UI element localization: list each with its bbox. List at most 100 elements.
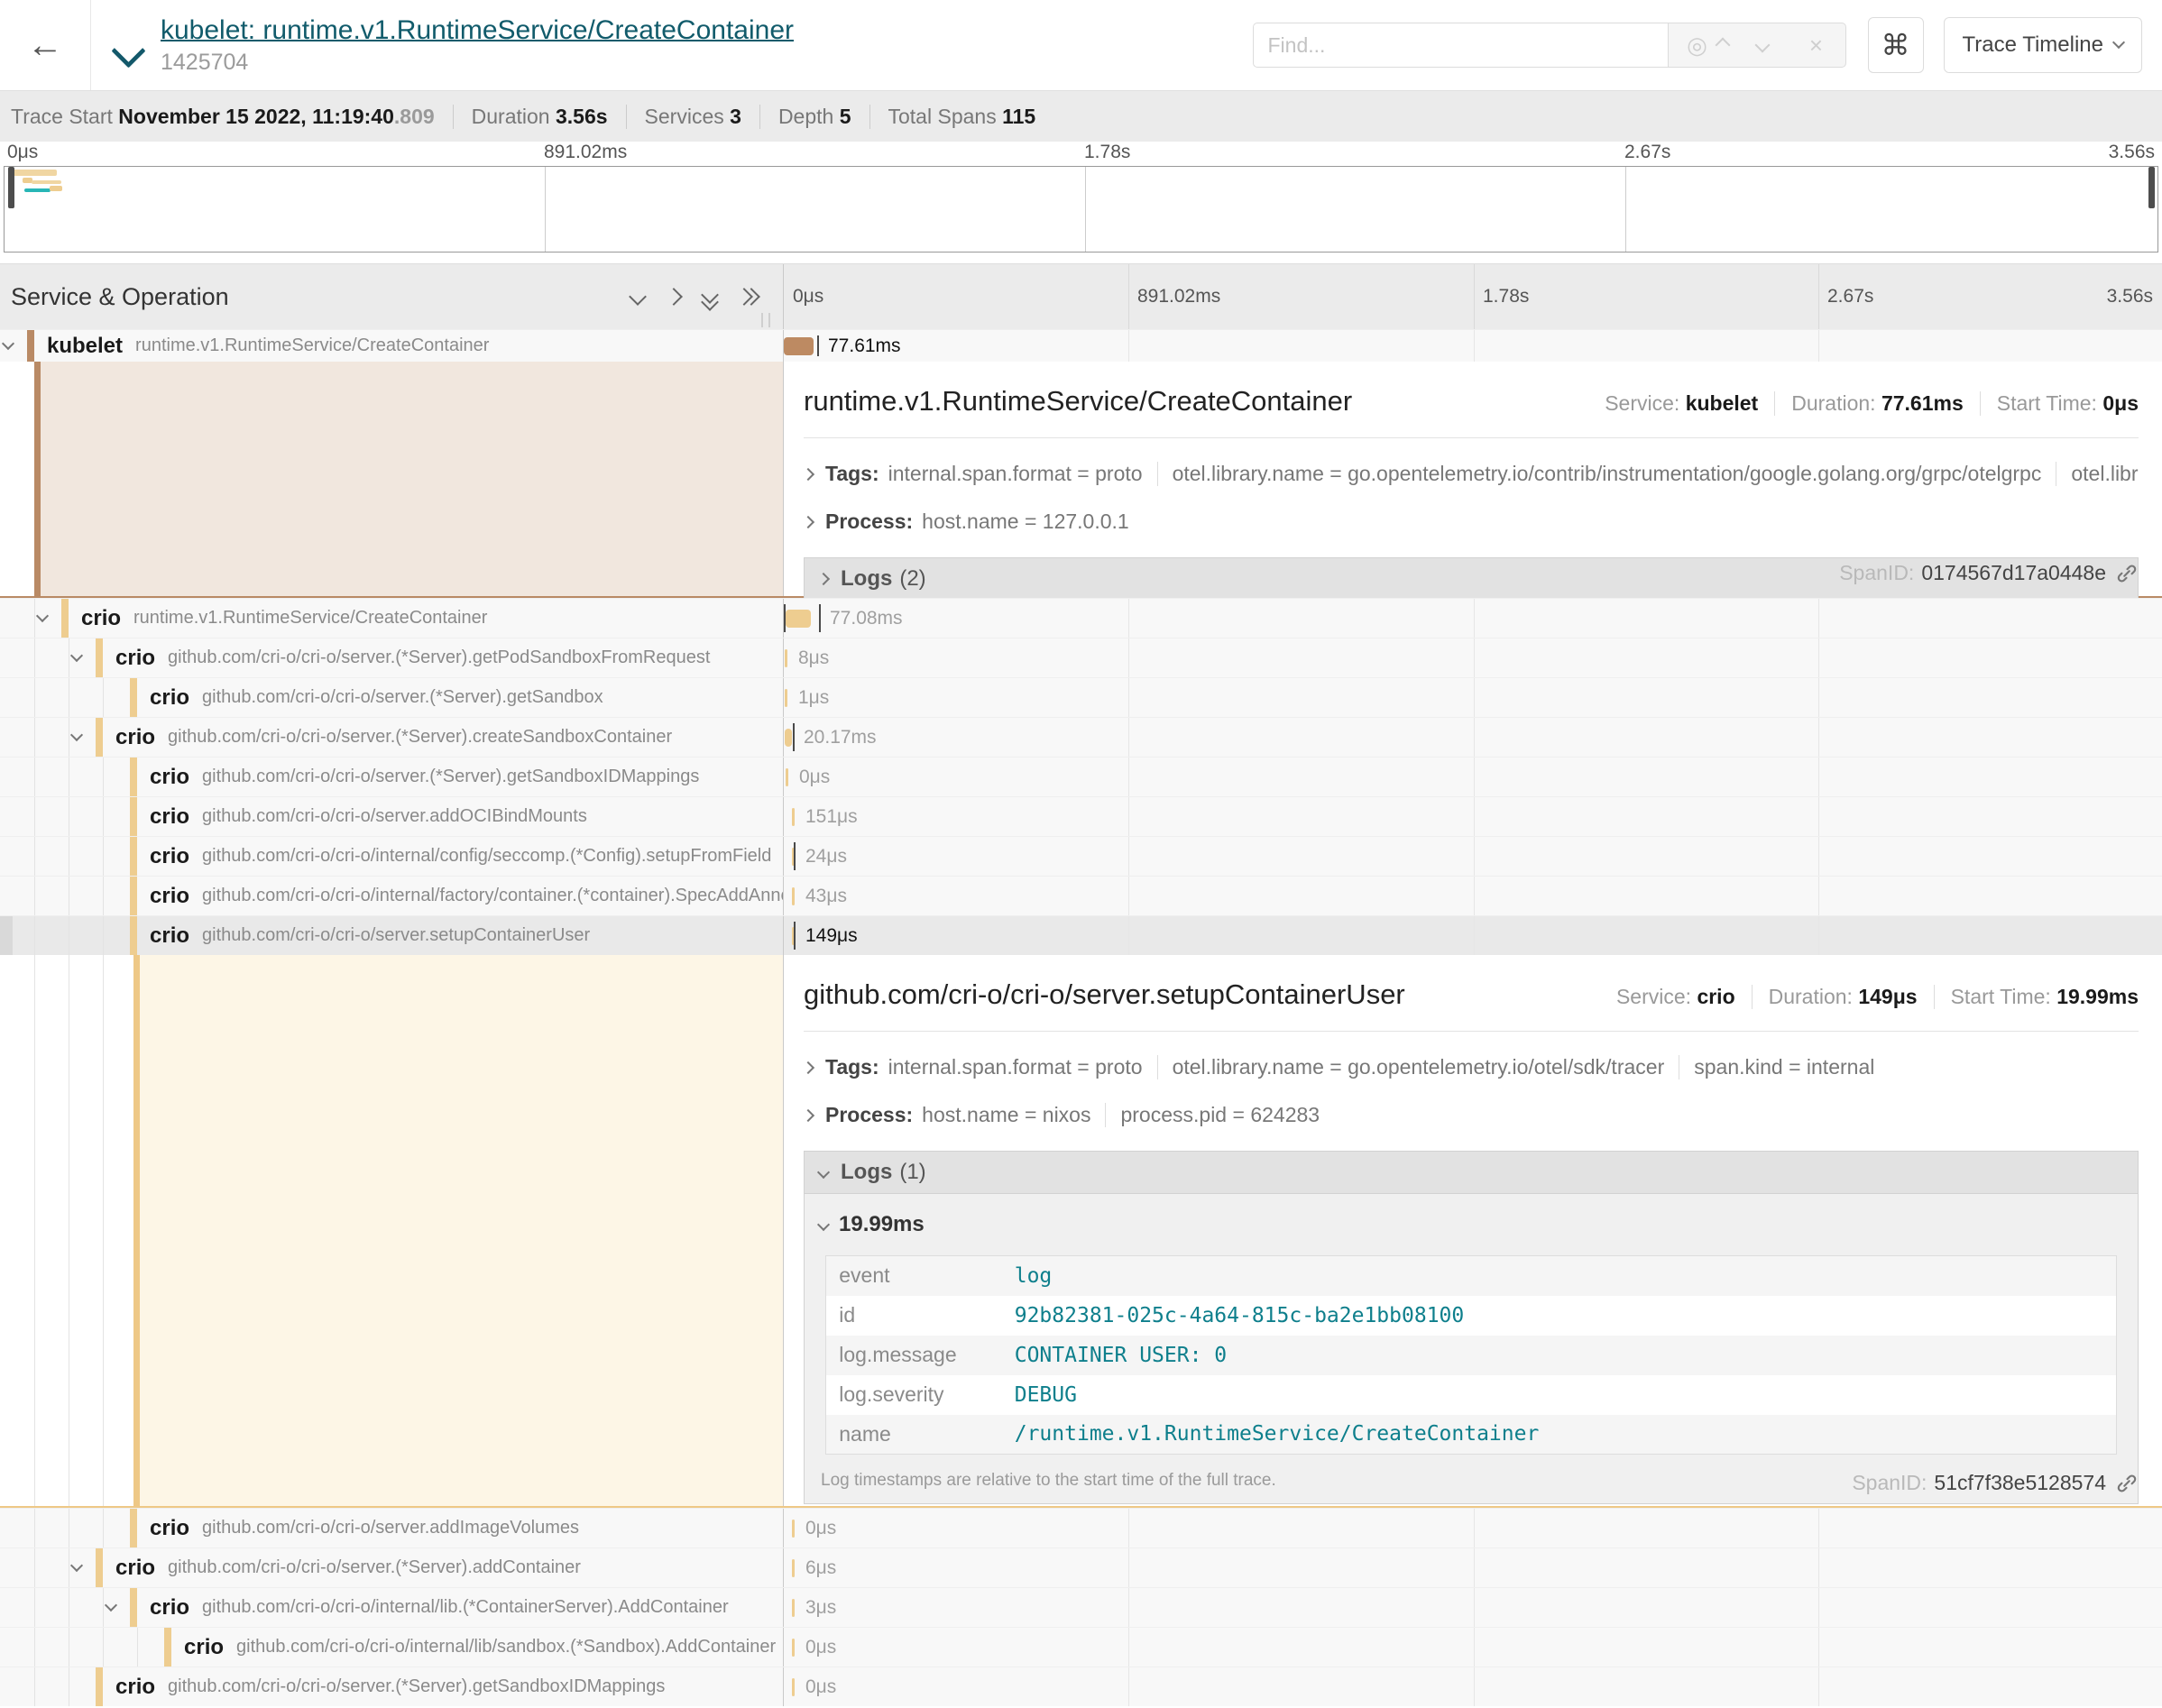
expand-all-icon[interactable] xyxy=(738,290,754,303)
minimap-right-drag-handle[interactable] xyxy=(2148,167,2155,208)
span-row-timeline[interactable]: 0μs xyxy=(783,1667,2162,1706)
span-row[interactable]: crio github.com/cri-o/cri-o/server.(*Ser… xyxy=(0,638,2162,677)
span-row[interactable]: crio github.com/cri-o/cri-o/server.setup… xyxy=(0,915,2162,955)
chevron-down-icon xyxy=(2114,38,2123,47)
copy-link-icon[interactable] xyxy=(2115,562,2139,585)
clear-find-icon[interactable]: × xyxy=(1797,32,1836,60)
span-duration-bar[interactable] xyxy=(792,887,795,905)
find-prev-icon[interactable] xyxy=(1717,40,1757,51)
span-row[interactable]: crio github.com/cri-o/cri-o/server.(*Ser… xyxy=(0,677,2162,717)
logs-body: 19.99ms event log xyxy=(804,1194,2139,1504)
span-duration-bar[interactable] xyxy=(792,1559,795,1577)
span-row-timeline[interactable]: 6μs xyxy=(783,1548,2162,1587)
find-input[interactable] xyxy=(1253,23,1668,68)
span-operation-label: github.com/cri-o/cri-o/internal/lib/sand… xyxy=(236,1637,776,1657)
span-service-label: crio xyxy=(150,804,189,830)
span-row[interactable]: crio runtime.v1.RuntimeService/CreateCon… xyxy=(0,598,2162,638)
span-expand-chevron-icon[interactable] xyxy=(72,730,81,739)
span-row[interactable]: crio github.com/cri-o/cri-o/internal/fac… xyxy=(0,876,2162,915)
span-row[interactable]: crio github.com/cri-o/cri-o/server.(*Ser… xyxy=(0,757,2162,796)
tree-guide-line xyxy=(34,638,35,677)
tags-row[interactable]: Tags: internal.span.format = protootel.l… xyxy=(804,462,2139,486)
span-expand-chevron-icon[interactable] xyxy=(106,1601,115,1610)
span-row[interactable]: crio github.com/cri-o/cri-o/internal/con… xyxy=(0,836,2162,876)
collapse-one-icon[interactable] xyxy=(631,290,644,303)
minimap-canvas[interactable] xyxy=(4,166,2158,253)
span-row-timeline[interactable]: 0μs xyxy=(783,1509,2162,1547)
log-entry-header[interactable]: 19.99ms xyxy=(819,1212,2123,1237)
span-duration-bar[interactable] xyxy=(792,1520,795,1538)
find-next-icon[interactable] xyxy=(1757,40,1797,51)
span-duration-bar[interactable] xyxy=(784,337,814,355)
span-row-timeline[interactable]: 8μs xyxy=(783,638,2162,677)
span-row[interactable]: crio github.com/cri-o/cri-o/server.addIm… xyxy=(0,1508,2162,1547)
span-row-timeline[interactable]: 0μs xyxy=(783,758,2162,796)
span-operation-label: github.com/cri-o/cri-o/server.(*Server).… xyxy=(168,727,672,748)
collapse-all-icon[interactable] xyxy=(704,289,716,305)
chevron-down-icon xyxy=(819,1168,828,1177)
span-row-timeline[interactable]: 151μs xyxy=(783,797,2162,836)
tree-guide-line xyxy=(103,678,104,717)
span-duration-bar[interactable] xyxy=(792,1599,795,1617)
span-duration-bar[interactable] xyxy=(792,1678,795,1696)
span-row-timeline[interactable]: 24μs xyxy=(783,837,2162,876)
span-row-timeline[interactable]: 77.61ms xyxy=(783,330,2162,362)
span-color-accent xyxy=(130,758,137,796)
span-duration-bar[interactable] xyxy=(792,1639,795,1657)
span-color-accent xyxy=(130,837,137,876)
span-row[interactable]: crio github.com/cri-o/cri-o/server.(*Ser… xyxy=(0,717,2162,757)
column-resize-grip[interactable] xyxy=(761,313,770,327)
span-expand-chevron-icon[interactable] xyxy=(4,339,13,348)
span-row[interactable]: crio github.com/cri-o/cri-o/server.addOC… xyxy=(0,796,2162,836)
collapse-trace-chevron-icon[interactable] xyxy=(116,39,141,68)
span-row-timeline[interactable]: 43μs xyxy=(783,877,2162,915)
copy-link-icon[interactable] xyxy=(2115,1472,2139,1495)
span-duration-bar[interactable] xyxy=(792,808,795,826)
trace-title-link[interactable]: kubelet: runtime.v1.RuntimeService/Creat… xyxy=(161,15,794,45)
tree-guide-line xyxy=(34,1588,35,1627)
span-row-timeline[interactable]: 20.17ms xyxy=(783,718,2162,757)
span-row-timeline[interactable]: 0μs xyxy=(783,1628,2162,1667)
view-selector-dropdown[interactable]: Trace Timeline xyxy=(1944,17,2143,73)
span-row-left: crio runtime.v1.RuntimeService/CreateCon… xyxy=(0,599,783,638)
span-color-accent xyxy=(130,877,137,915)
span-duration-bar[interactable] xyxy=(785,729,792,747)
keyboard-shortcuts-button[interactable]: ⌘ xyxy=(1868,17,1924,73)
span-service-label: crio xyxy=(150,765,189,790)
timeline-gridline xyxy=(1474,1548,1475,1587)
span-duration-bar[interactable] xyxy=(786,610,811,628)
minimap-span xyxy=(32,180,61,184)
tags-row[interactable]: Tags: internal.span.format = protootel.l… xyxy=(804,1055,2139,1079)
expand-one-icon[interactable] xyxy=(667,290,680,303)
span-expand-chevron-icon[interactable] xyxy=(72,651,81,660)
span-row[interactable]: crio github.com/cri-o/cri-o/internal/lib… xyxy=(0,1587,2162,1627)
minimap-gridline xyxy=(545,167,546,252)
back-arrow-icon[interactable]: ← xyxy=(0,0,90,90)
span-expand-chevron-icon[interactable] xyxy=(38,611,47,620)
span-duration-bar[interactable] xyxy=(786,768,788,786)
span-row-timeline[interactable]: 1μs xyxy=(783,678,2162,717)
span-color-accent xyxy=(96,1667,103,1706)
minimap-left-drag-handle[interactable] xyxy=(8,167,14,208)
timeline-minimap: 0μs891.02ms1.78s2.67s3.56s xyxy=(0,142,2162,263)
log-field-row: log.message CONTAINER USER: 0 xyxy=(826,1336,2117,1375)
span-expand-chevron-icon[interactable] xyxy=(72,1561,81,1570)
span-row-timeline[interactable]: 77.08ms xyxy=(783,599,2162,638)
span-duration-bar[interactable] xyxy=(785,649,787,667)
span-row[interactable]: crio github.com/cri-o/cri-o/internal/lib… xyxy=(0,1627,2162,1667)
span-service-label: crio xyxy=(81,606,121,631)
locate-icon[interactable]: ◎ xyxy=(1678,32,1717,60)
span-duration-bar[interactable] xyxy=(785,689,787,707)
span-row-timeline[interactable]: 3μs xyxy=(783,1588,2162,1627)
timeline-gridline xyxy=(1818,1628,1819,1667)
span-row[interactable]: kubelet runtime.v1.RuntimeService/Create… xyxy=(0,329,2162,362)
detail-left-accent xyxy=(133,955,140,1506)
span-row[interactable]: crio github.com/cri-o/cri-o/server.(*Ser… xyxy=(0,1547,2162,1587)
timeline-gridline xyxy=(1474,599,1475,638)
span-row-timeline[interactable]: 149μs xyxy=(783,916,2162,955)
span-row[interactable]: crio github.com/cri-o/cri-o/server.(*Ser… xyxy=(0,1667,2162,1706)
process-row[interactable]: Process: host.name = nixosprocess.pid = … xyxy=(804,1103,2139,1127)
logs-accordion-expanded[interactable]: Logs (1) xyxy=(804,1151,2139,1194)
process-row[interactable]: Process: host.name = 127.0.0.1 xyxy=(804,510,2139,534)
span-id-value: 51cf7f38e5128574 xyxy=(1934,1471,2106,1495)
